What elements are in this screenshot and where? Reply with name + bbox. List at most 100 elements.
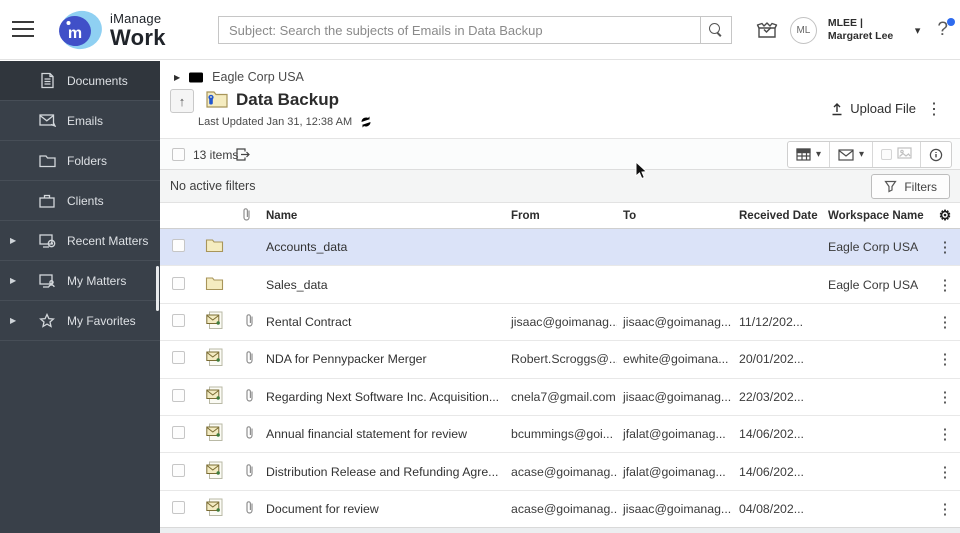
sidebar-item-emails[interactable]: ▶ Emails: [0, 101, 160, 141]
expand-arrow-icon[interactable]: ▶: [10, 276, 16, 285]
view-options-group: ▾ ▾: [787, 141, 952, 168]
search-bar: [218, 16, 732, 44]
email-icon: [206, 423, 223, 442]
sidebar-item-label: Emails: [67, 114, 103, 128]
preview-checkbox: [881, 149, 892, 160]
sidebar-item-clients[interactable]: ▶ Clients: [0, 181, 160, 221]
column-settings-gear-icon[interactable]: ⚙: [939, 207, 952, 224]
row-checkbox[interactable]: [172, 464, 185, 477]
sidebar-item-documents[interactable]: ▶ Documents: [0, 61, 160, 101]
export-icon[interactable]: [235, 147, 251, 167]
row-workspace-name: Eagle Corp USA: [822, 240, 930, 254]
attachment-column-icon[interactable]: [242, 207, 251, 225]
row-from: acase@goimanag...: [505, 465, 617, 479]
column-header-workspace-name[interactable]: Workspace Name: [822, 210, 930, 222]
column-header-from[interactable]: From: [505, 210, 617, 222]
row-checkbox[interactable]: [172, 277, 185, 290]
email-view-button[interactable]: ▾: [830, 142, 873, 167]
table-row[interactable]: Document for review acase@goimanag... ji…: [160, 491, 960, 528]
my-matters-icon: [38, 272, 56, 290]
filters-label: Filters: [904, 180, 937, 194]
sidebar-item-recent-matters[interactable]: ▶ Recent Matters: [0, 221, 160, 261]
table-view-button[interactable]: ▾: [788, 142, 830, 167]
expand-arrow-icon[interactable]: ▶: [10, 236, 16, 245]
sidebar-item-my-matters[interactable]: ▶ My Matters: [0, 261, 160, 301]
upload-file-button[interactable]: Upload File: [830, 101, 916, 116]
refresh-icon[interactable]: [359, 115, 373, 129]
sidebar-item-label: Folders: [67, 154, 107, 168]
secured-folder-icon: [204, 89, 230, 109]
workspace-icon: [188, 71, 204, 84]
info-button[interactable]: [921, 142, 951, 167]
sidebar-item-my-favorites[interactable]: ▶ My Favorites: [0, 301, 160, 341]
column-header-to[interactable]: To: [617, 210, 733, 222]
email-icon: [206, 311, 223, 330]
favorites-icon: [38, 312, 56, 330]
filters-button[interactable]: Filters: [871, 174, 950, 199]
row-from: acase@goimanag...: [505, 502, 617, 516]
table-row[interactable]: Distribution Release and Refunding Agre.…: [160, 453, 960, 490]
avatar[interactable]: ML: [790, 17, 817, 44]
folder-icon: [205, 276, 224, 291]
table-row[interactable]: Sales_data Eagle Corp USA ⋮: [160, 266, 960, 303]
menu-icon[interactable]: [12, 21, 34, 37]
sidebar-item-label: My Favorites: [67, 314, 136, 328]
row-menu-button[interactable]: ⋮: [938, 425, 953, 443]
last-updated-text: Last Updated Jan 31, 12:38 AM: [198, 116, 352, 128]
table-body: Accounts_data Eagle Corp USA ⋮ Sales_dat…: [160, 229, 960, 528]
navigate-up-button[interactable]: ↑: [170, 89, 194, 113]
search-icon: [709, 23, 723, 37]
row-received-date: 22/03/202...: [733, 390, 822, 404]
column-header-received-date[interactable]: Received Date: [733, 210, 822, 222]
breadcrumb-workspace-link[interactable]: Eagle Corp USA: [212, 70, 304, 84]
column-header-name[interactable]: Name: [260, 210, 505, 222]
row-menu-button[interactable]: ⋮: [938, 500, 953, 518]
row-checkbox[interactable]: [172, 351, 185, 364]
help-button[interactable]: ?: [937, 19, 948, 41]
sidebar-scrollbar[interactable]: [156, 266, 159, 311]
expand-arrow-icon[interactable]: ▶: [10, 316, 16, 325]
sidebar-item-folders[interactable]: ▶ Folders: [0, 141, 160, 181]
row-menu-button[interactable]: ⋮: [938, 276, 953, 294]
preview-image-icon: [897, 147, 912, 159]
row-to: ewhite@goimana...: [617, 352, 733, 366]
chevron-down-icon[interactable]: ▾: [915, 24, 921, 37]
table-header: Name From To Received Date Workspace Nam…: [160, 203, 960, 229]
row-from: bcummings@goi...: [505, 427, 617, 441]
row-menu-button[interactable]: ⋮: [938, 463, 953, 481]
row-checkbox[interactable]: [172, 239, 185, 252]
search-input[interactable]: [218, 16, 700, 44]
main-content: ▶ Eagle Corp USA ↑ Data Backup Last Upda…: [160, 61, 960, 533]
row-menu-button[interactable]: ⋮: [938, 350, 953, 368]
topbar: m iManage Work ML MLEE | Margaret Lee ▾ …: [0, 0, 960, 60]
table-view-icon: [796, 148, 811, 161]
select-all-checkbox[interactable]: [172, 148, 185, 161]
breadcrumb-expand-icon[interactable]: ▶: [174, 73, 180, 82]
table-row[interactable]: Accounts_data Eagle Corp USA ⋮: [160, 229, 960, 266]
sidebar-item-label: Documents: [67, 74, 128, 88]
table-row[interactable]: NDA for Pennypacker Merger Robert.Scrogg…: [160, 341, 960, 378]
table-row[interactable]: Annual financial statement for review bc…: [160, 416, 960, 453]
row-checkbox[interactable]: [172, 314, 185, 327]
folder-icon: [205, 238, 224, 253]
row-from: Robert.Scroggs@...: [505, 352, 617, 366]
preview-toggle[interactable]: [873, 142, 921, 167]
row-checkbox[interactable]: [172, 389, 185, 402]
row-checkbox[interactable]: [172, 501, 185, 514]
search-button[interactable]: [700, 16, 732, 44]
chevron-down-icon: ▾: [816, 149, 821, 160]
row-to: jisaac@goimanag...: [617, 315, 733, 329]
table-row[interactable]: Regarding Next Software Inc. Acquisition…: [160, 379, 960, 416]
documents-icon: [38, 72, 56, 90]
more-actions-button[interactable]: ⋮: [926, 99, 942, 119]
row-menu-button[interactable]: ⋮: [938, 388, 953, 406]
row-menu-button[interactable]: ⋮: [938, 313, 953, 331]
email-icon: [206, 461, 223, 480]
row-from: cnela7@gmail.com: [505, 390, 617, 404]
row-name: Distribution Release and Refunding Agre.…: [260, 465, 505, 479]
checked-out-tray-icon[interactable]: [755, 19, 779, 41]
row-menu-button[interactable]: ⋮: [938, 238, 953, 256]
table-row[interactable]: Rental Contract jisaac@goimanag... jisaa…: [160, 304, 960, 341]
row-from: jisaac@goimanag...: [505, 315, 617, 329]
row-checkbox[interactable]: [172, 426, 185, 439]
